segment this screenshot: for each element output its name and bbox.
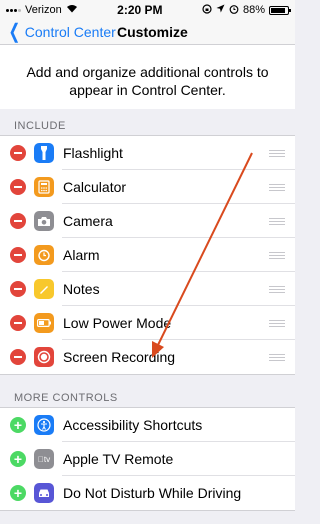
add-button[interactable]: + [10,485,26,501]
remove-button[interactable] [10,179,26,195]
signal-icon [6,8,21,12]
battery-percent: 88% [242,4,265,16]
status-time: 2:20 PM [117,3,163,17]
item-label: Alarm [63,247,100,263]
list-item: Low Power Mode [0,306,295,340]
battery-icon [269,5,291,15]
reorder-handle-icon[interactable] [269,251,285,259]
status-right: 88% [202,3,291,17]
alarm-icon [34,245,54,265]
include-list: Flashlight Calculator Camera Alarm Notes Low … [0,135,295,375]
item-label: Do Not Disturb While Driving [63,485,242,501]
include-section-header: INCLUDE [14,120,66,132]
remove-button[interactable] [10,281,26,297]
list-item: + tv Apple TV Remote [0,442,295,476]
list-item: Flashlight [0,136,295,170]
add-button[interactable]: + [10,451,26,467]
item-label: Low Power Mode [63,315,172,331]
remove-button[interactable] [10,213,26,229]
battery-icon [34,313,54,333]
svg-text:tv: tv [38,455,50,464]
reorder-handle-icon[interactable] [269,319,285,327]
navigation-bar: ❮ Control Center Customize [0,20,295,45]
list-item: Screen Recording [0,340,295,374]
status-bar: Verizon 2:20 PM 88% [0,0,295,20]
item-label: Accessibility Shortcuts [63,417,203,433]
apple-tv-icon: tv [34,449,54,469]
rotation-lock-icon [202,3,212,17]
item-label: Flashlight [63,145,123,161]
reorder-handle-icon[interactable] [269,353,285,361]
reorder-handle-icon[interactable] [269,285,285,293]
remove-button[interactable] [10,315,26,331]
location-icon [216,4,225,16]
reorder-handle-icon[interactable] [269,149,285,157]
record-icon [34,347,54,367]
list-item: + Accessibility Shortcuts [0,408,295,442]
notes-icon [34,279,54,299]
alarm-status-icon [229,4,239,17]
wifi-icon [66,4,78,16]
intro-text: Add and organize additional controls to … [0,45,295,109]
item-label: Camera [63,213,113,229]
page-title: Customize [117,24,188,40]
remove-button[interactable] [10,145,26,161]
remove-button[interactable] [10,247,26,263]
list-item: Camera [0,204,295,238]
accessibility-icon [34,415,54,435]
list-item: Notes [0,272,295,306]
back-button[interactable]: ❮ Control Center [0,22,116,42]
list-item: Alarm [0,238,295,272]
reorder-handle-icon[interactable] [269,217,285,225]
more-controls-section-header: MORE CONTROLS [14,392,118,404]
item-label: Apple TV Remote [63,451,174,467]
flashlight-icon [34,143,54,163]
chevron-left-icon: ❮ [8,21,21,43]
more-controls-list: + Accessibility Shortcuts + tv Apple TV Rem… [0,407,295,511]
list-item: Calculator [0,170,295,204]
carrier-label: Verizon [25,4,62,16]
camera-icon [34,211,54,231]
calculator-icon [34,177,54,197]
item-label: Notes [63,281,100,297]
remove-button[interactable] [10,349,26,365]
item-label: Calculator [63,179,127,195]
list-item: + Do Not Disturb While Driving [0,476,295,510]
status-left: Verizon [6,4,78,16]
item-label: Screen Recording [63,349,176,365]
car-icon [34,483,54,503]
back-label: Control Center [24,24,116,40]
add-button[interactable]: + [10,417,26,433]
reorder-handle-icon[interactable] [269,183,285,191]
